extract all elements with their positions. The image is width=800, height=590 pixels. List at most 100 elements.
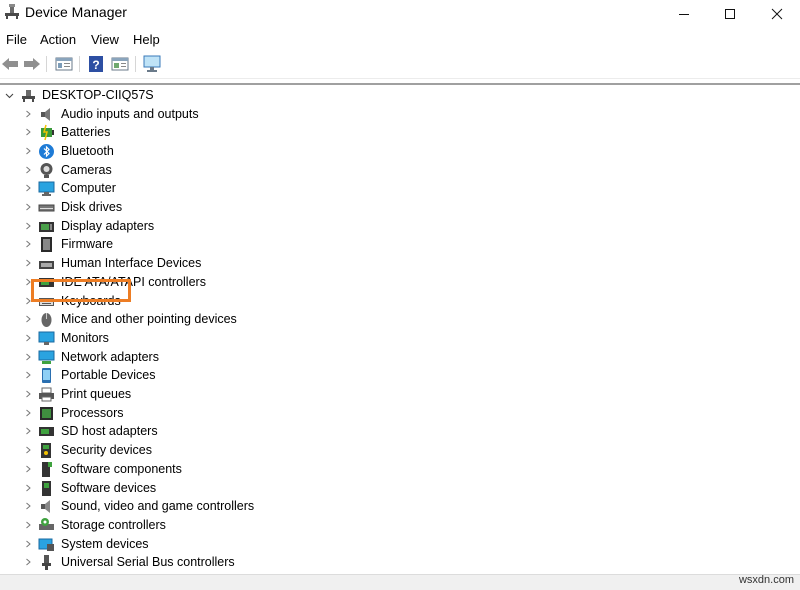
network-adapter-icon bbox=[38, 350, 55, 364]
toolbar: ? bbox=[0, 50, 800, 79]
maximize-button[interactable] bbox=[707, 0, 753, 27]
expand-chevron[interactable] bbox=[23, 497, 33, 515]
close-icon bbox=[771, 8, 783, 19]
expand-chevron[interactable] bbox=[23, 329, 33, 347]
expand-chevron[interactable] bbox=[23, 516, 33, 534]
expand-chevron[interactable] bbox=[23, 198, 33, 216]
chevron-right-icon bbox=[26, 184, 31, 192]
security-device-icon bbox=[41, 443, 51, 459]
tree-item[interactable]: Storage controllers bbox=[0, 516, 320, 534]
tree-item-label: Sound, video and game controllers bbox=[61, 499, 255, 514]
close-button[interactable] bbox=[754, 0, 800, 27]
chevron-right-icon bbox=[26, 484, 31, 491]
expand-chevron[interactable] bbox=[23, 254, 33, 272]
hid-icon bbox=[39, 261, 54, 270]
toolbar-separator bbox=[135, 56, 136, 72]
chevron-right-icon bbox=[26, 446, 31, 454]
chevron-right-icon bbox=[26, 540, 31, 547]
chevron-right-icon bbox=[26, 465, 31, 473]
tree-item[interactable]: SD host adapters bbox=[0, 422, 320, 440]
tree-item[interactable]: Bluetooth bbox=[0, 142, 320, 160]
expand-chevron[interactable] bbox=[23, 235, 33, 253]
expand-chevron[interactable] bbox=[23, 217, 33, 235]
chevron-right-icon bbox=[26, 147, 31, 155]
expand-chevron[interactable] bbox=[23, 310, 33, 328]
usb-icon bbox=[42, 555, 51, 571]
expand-chevron[interactable] bbox=[23, 366, 33, 384]
computer-tree-icon bbox=[22, 90, 35, 102]
details-view-button[interactable] bbox=[110, 54, 130, 74]
tree-item[interactable]: Software components bbox=[0, 460, 320, 478]
menu-help[interactable]: Help bbox=[133, 32, 160, 47]
tree-item-label: SD host adapters bbox=[61, 424, 158, 439]
chevron-right-icon bbox=[26, 259, 31, 267]
tree-item[interactable]: Sound, video and game controllers bbox=[0, 497, 320, 515]
tree-item[interactable]: Disk drives bbox=[0, 198, 320, 216]
tree-item[interactable]: Human Interface Devices bbox=[0, 254, 320, 272]
collapse-icon[interactable] bbox=[4, 86, 14, 104]
tree-item[interactable]: System devices bbox=[0, 535, 320, 553]
menu-view[interactable]: View bbox=[91, 32, 119, 47]
tree-item-label: Computer bbox=[61, 181, 116, 196]
properties-view-button[interactable] bbox=[54, 54, 74, 74]
back-button[interactable] bbox=[0, 54, 20, 74]
tree-item[interactable]: Mice and other pointing devices bbox=[0, 310, 320, 328]
expand-chevron[interactable] bbox=[23, 123, 33, 141]
monitor-scan-icon bbox=[143, 55, 161, 72]
expand-chevron[interactable] bbox=[23, 105, 33, 123]
menu-bar: File Action View Help bbox=[0, 29, 800, 50]
scan-hardware-button[interactable] bbox=[142, 54, 162, 74]
tree-item-label: Human Interface Devices bbox=[61, 256, 202, 271]
minimize-button[interactable] bbox=[661, 0, 707, 27]
chevron-right-icon bbox=[26, 166, 31, 173]
expand-chevron[interactable] bbox=[23, 422, 33, 440]
expand-chevron[interactable] bbox=[23, 479, 33, 497]
tree-item[interactable]: Display adapters bbox=[0, 217, 320, 235]
expand-chevron[interactable] bbox=[23, 348, 33, 366]
expand-chevron[interactable] bbox=[23, 142, 33, 160]
expand-chevron[interactable] bbox=[23, 441, 33, 459]
storage-controller-icon bbox=[39, 517, 54, 530]
tree-item[interactable]: Firmware bbox=[0, 235, 320, 253]
printer-icon bbox=[39, 387, 54, 402]
forward-button[interactable] bbox=[22, 54, 42, 74]
chevron-right-icon bbox=[26, 241, 31, 248]
sd-card-icon bbox=[39, 427, 54, 437]
tree-item[interactable]: Processors bbox=[0, 404, 320, 422]
expand-chevron[interactable] bbox=[23, 535, 33, 553]
root-label: DESKTOP-CIIQ57S bbox=[42, 88, 154, 102]
expand-chevron[interactable] bbox=[23, 385, 33, 403]
expand-chevron[interactable] bbox=[23, 179, 33, 197]
chevron-right-icon bbox=[26, 334, 31, 342]
tree-item[interactable]: Print queues bbox=[0, 385, 320, 403]
tree-item-label: Display adapters bbox=[61, 218, 155, 233]
tree-item[interactable]: Cameras bbox=[0, 161, 320, 179]
expand-chevron[interactable] bbox=[23, 404, 33, 422]
tree-item[interactable]: Computer bbox=[0, 179, 320, 197]
tree-item[interactable]: Portable Devices bbox=[0, 366, 320, 384]
mouse-icon bbox=[41, 313, 52, 328]
forward-arrow-icon bbox=[24, 58, 40, 70]
help-button[interactable]: ? bbox=[86, 54, 106, 74]
tree-item[interactable]: Monitors bbox=[0, 329, 320, 347]
chevron-right-icon bbox=[26, 371, 31, 379]
tree-item[interactable]: Batteries bbox=[0, 123, 320, 141]
device-manager-icon bbox=[5, 4, 19, 19]
tree-item[interactable]: Audio inputs and outputs bbox=[0, 105, 320, 123]
tree-item-label: Batteries bbox=[61, 125, 111, 140]
tree-item-label: Cameras bbox=[61, 162, 112, 177]
chevron-right-icon bbox=[26, 353, 31, 360]
tree-item-label: System devices bbox=[61, 536, 149, 551]
chevron-right-icon bbox=[26, 315, 31, 323]
tree-item-label: Monitors bbox=[61, 330, 109, 345]
menu-action[interactable]: Action bbox=[40, 32, 76, 47]
tree-item[interactable]: Universal Serial Bus controllers bbox=[0, 553, 320, 571]
tree-root[interactable]: DESKTOP-CIIQ57S bbox=[0, 86, 200, 104]
tree-item[interactable]: Network adapters bbox=[0, 348, 320, 366]
menu-file[interactable]: File bbox=[6, 32, 27, 47]
expand-chevron[interactable] bbox=[23, 553, 33, 571]
tree-item[interactable]: Software devices bbox=[0, 479, 320, 497]
expand-chevron[interactable] bbox=[23, 460, 33, 478]
expand-chevron[interactable] bbox=[23, 161, 33, 179]
tree-item[interactable]: Security devices bbox=[0, 441, 320, 459]
